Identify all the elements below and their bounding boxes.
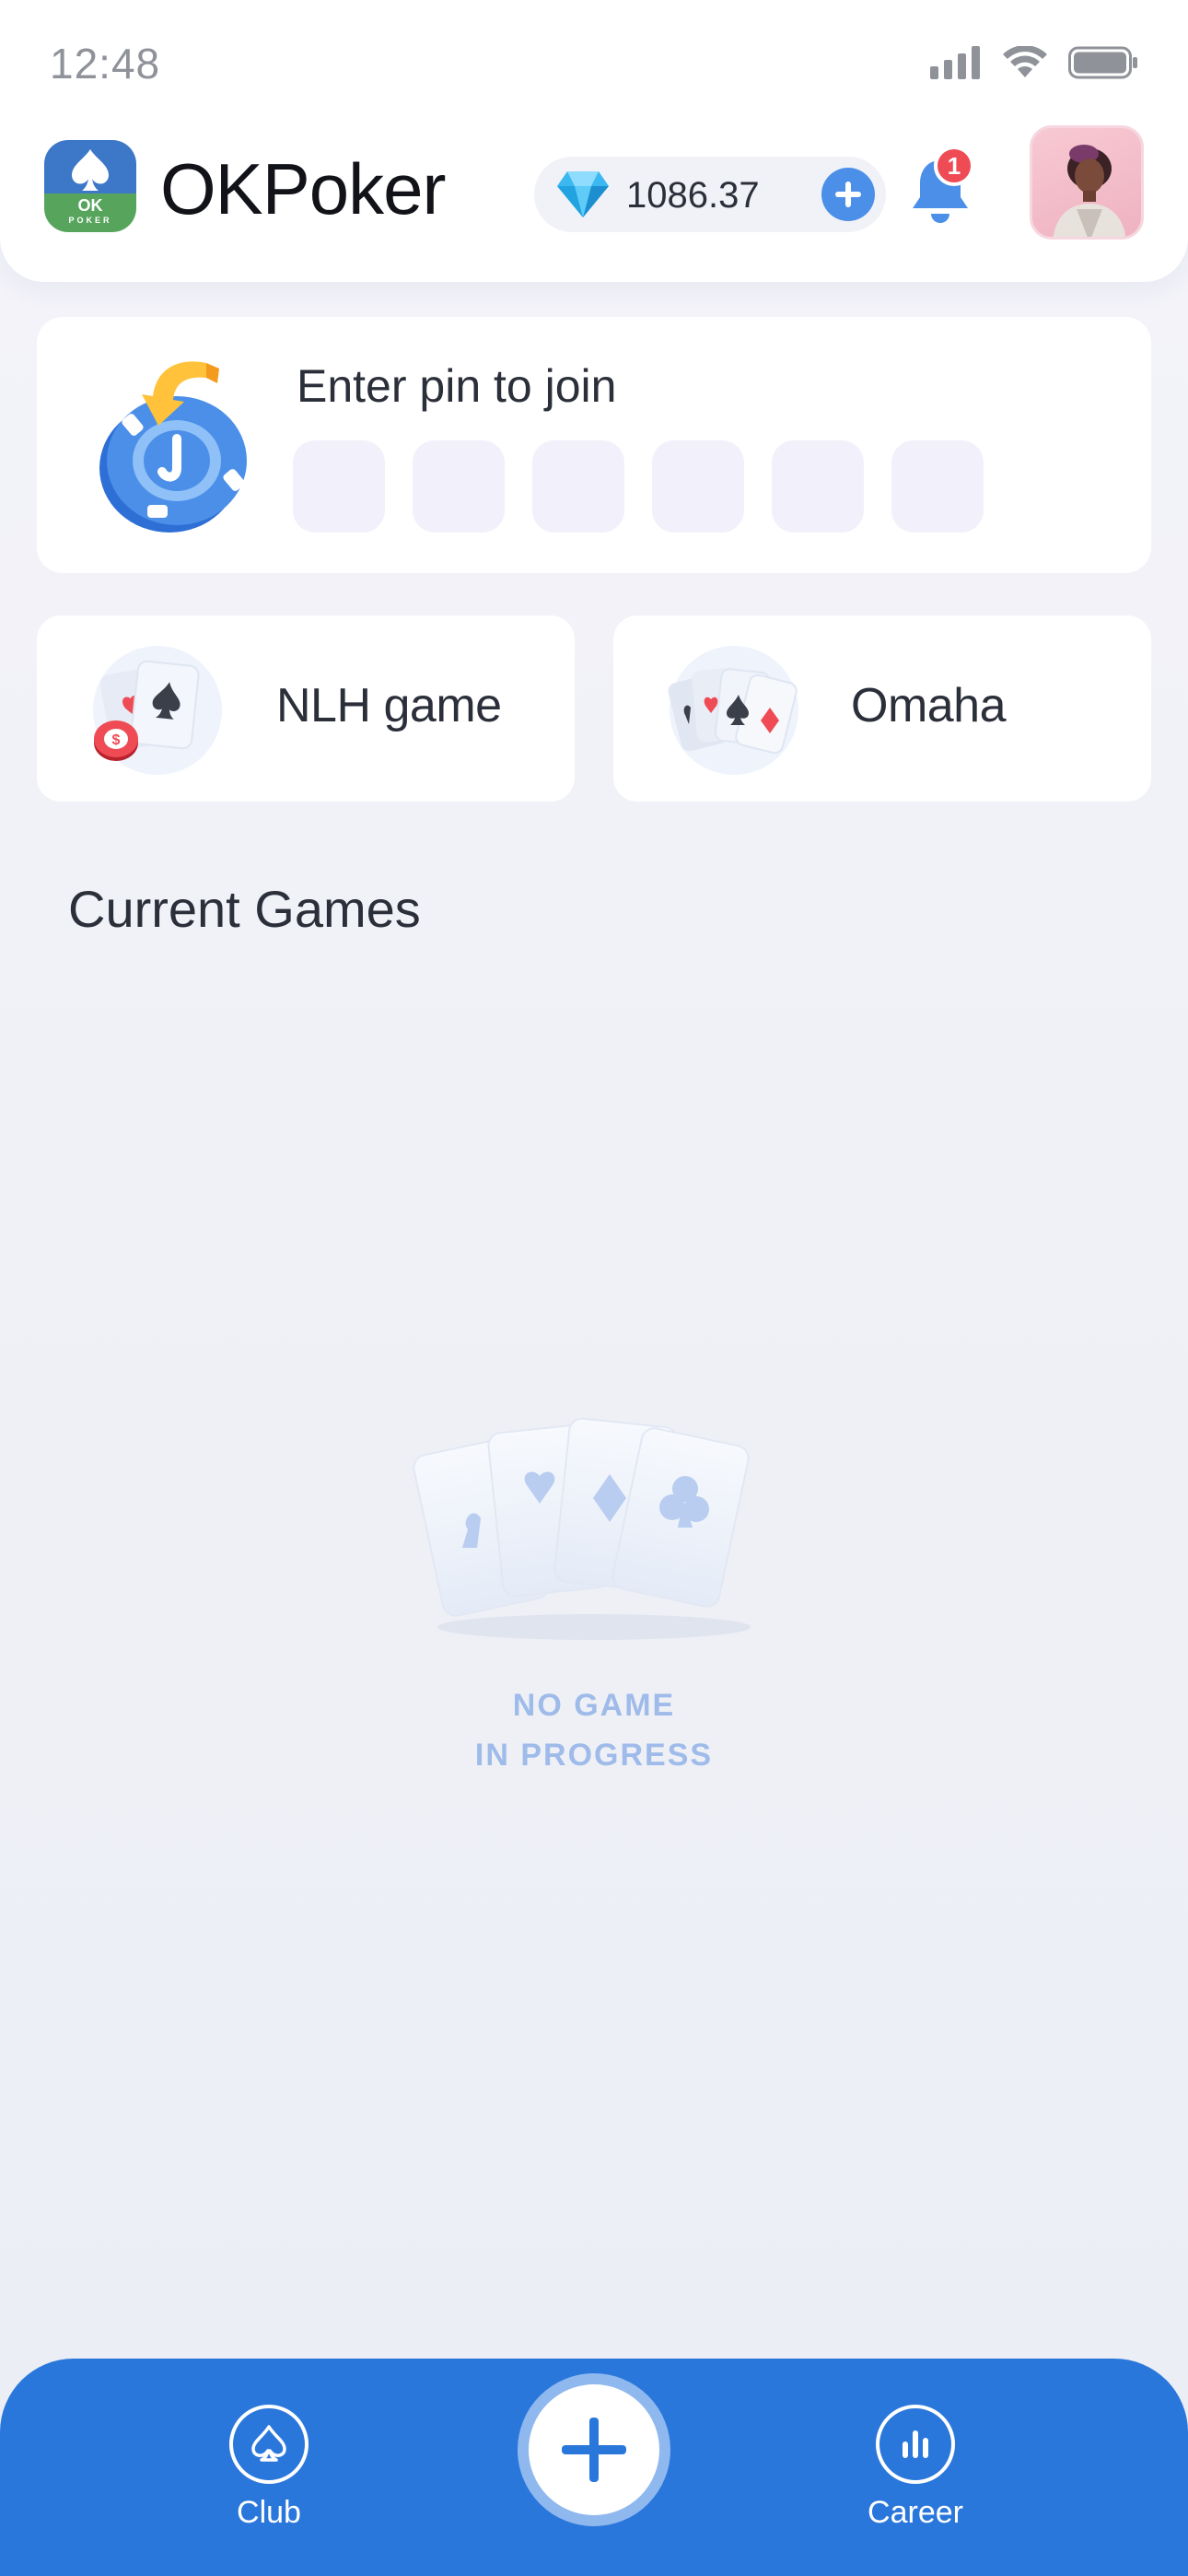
pin-digit-6[interactable] (891, 440, 984, 533)
spade-logo-icon (72, 149, 109, 191)
pin-label: Enter pin to join (297, 360, 617, 412)
battery-icon (1068, 46, 1137, 79)
wifi-icon (1003, 46, 1047, 77)
status-icons (930, 46, 1138, 79)
nlh-game-label: NLH game (276, 679, 502, 732)
pin-input-group (293, 440, 984, 533)
avatar[interactable] (1030, 125, 1144, 240)
spade-icon (229, 2405, 309, 2484)
current-games-title: Current Games (68, 880, 421, 938)
diamond-gem-icon (557, 171, 609, 217)
nav-career-label: Career (868, 2495, 963, 2530)
empty-state-line2: IN PROGRESS (474, 1738, 714, 1773)
app-logo-subtext: POKER (68, 216, 112, 225)
empty-cards-icon (413, 1417, 751, 1640)
app-logo-text: OK (77, 196, 103, 215)
notification-badge: 1 (934, 146, 974, 186)
cards-chip-icon: $ (93, 646, 222, 775)
nav-career[interactable]: Career (823, 2405, 1007, 2531)
app-header: 12:48 OK POKER OKPoker 1086.37 1 (0, 0, 1188, 282)
signal-icon (930, 46, 980, 79)
empty-state-line1: NO GAME (512, 1688, 676, 1723)
pin-digit-4[interactable] (652, 440, 744, 533)
app-title: OKPoker (160, 148, 446, 229)
status-time: 12:48 (50, 40, 161, 88)
pin-digit-1[interactable] (293, 440, 385, 533)
avatar-image (1053, 145, 1126, 237)
svg-text:$: $ (112, 732, 121, 748)
pin-digit-2[interactable] (413, 440, 505, 533)
create-game-button[interactable] (518, 2373, 670, 2526)
app-logo[interactable]: OK POKER (44, 140, 136, 232)
poker-chip-arrow-icon (99, 361, 247, 533)
balance-pill[interactable]: 1086.37 (534, 157, 886, 232)
omaha-game-card[interactable]: Omaha (613, 615, 1151, 802)
nav-club[interactable]: Club (177, 2405, 361, 2531)
nlh-game-card[interactable]: $ NLH game (37, 615, 575, 802)
nav-club-label: Club (237, 2495, 301, 2530)
join-by-pin-card: Enter pin to join (37, 317, 1151, 573)
omaha-game-label: Omaha (851, 679, 1007, 732)
balance-value: 1086.37 (626, 175, 760, 216)
pin-digit-5[interactable] (772, 440, 864, 533)
four-cards-icon (668, 646, 798, 775)
bar-chart-icon (876, 2405, 955, 2484)
add-balance-button[interactable] (821, 168, 875, 221)
pin-digit-3[interactable] (532, 440, 624, 533)
